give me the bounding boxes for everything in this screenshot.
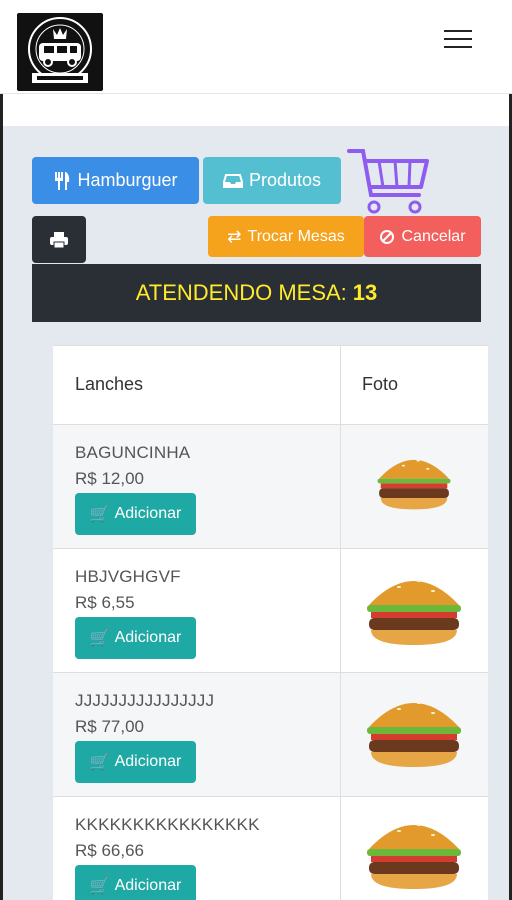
add-button-label: Adicionar: [114, 505, 182, 522]
cart-plus-icon: 🛒: [89, 878, 110, 895]
table-row: KKKKKKKKKKKKKKKK R$ 66,66 🛒 Adicionar: [53, 797, 488, 900]
banner-label: ATENDENDO MESA:: [135, 280, 347, 305]
product-name: BAGUNCINHA: [75, 443, 191, 462]
hamburger-menu-icon[interactable]: [440, 26, 476, 52]
add-button[interactable]: 🛒 Adicionar: [75, 493, 196, 535]
column-divider: [340, 345, 341, 900]
add-button[interactable]: 🛒 Adicionar: [75, 617, 196, 659]
column-header-lanches: Lanches: [75, 374, 144, 394]
add-button-label: Adicionar: [114, 753, 182, 770]
add-button[interactable]: 🛒 Adicionar: [75, 865, 196, 900]
hamburguer-button[interactable]: Hamburguer: [32, 157, 199, 204]
produtos-button[interactable]: Produtos: [203, 157, 341, 204]
navbar-spacer: [0, 94, 512, 126]
app-frame: Hamburguer Produtos ⇄ Trocar Mesas Cance…: [0, 0, 512, 900]
product-price: R$ 6,55: [75, 593, 135, 612]
product-name: JJJJJJJJJJJJJJJJ: [75, 691, 215, 710]
trocar-mesas-button[interactable]: ⇄ Trocar Mesas: [208, 216, 364, 257]
cutlery-icon: [55, 171, 70, 190]
product-price: R$ 12,00: [75, 469, 144, 488]
product-name: KKKKKKKKKKKKKKKK: [75, 815, 260, 834]
table-header: Lanches Foto: [53, 345, 488, 425]
burger-photo: [367, 824, 461, 889]
burger-photo: [377, 459, 451, 510]
cart-plus-icon: 🛒: [89, 506, 110, 523]
drawer-icon: [222, 173, 243, 188]
add-button[interactable]: 🛒 Adicionar: [75, 741, 196, 783]
table-row: JJJJJJJJJJJJJJJJ R$ 77,00 🛒 Adicionar: [53, 673, 488, 797]
print-button[interactable]: [32, 216, 86, 263]
burger-photo: [367, 702, 461, 767]
burger-photo: [367, 580, 461, 645]
trocar-mesas-label: Trocar Mesas: [247, 227, 345, 245]
add-button-label: Adicionar: [114, 629, 182, 646]
table-number: 13: [352, 280, 378, 305]
column-header-foto: Foto: [362, 374, 399, 394]
hamburguer-button-label: Hamburguer: [77, 170, 178, 190]
swap-arrows-icon: ⇄: [227, 226, 242, 246]
cart-plus-icon: 🛒: [89, 754, 110, 771]
ban-icon: [380, 229, 395, 244]
add-button-label: Adicionar: [114, 877, 182, 894]
table-row: BAGUNCINHA R$ 12,00 🛒 Adicionar: [53, 425, 488, 549]
product-price: R$ 77,00: [75, 717, 144, 736]
product-name: HBJVGHGVF: [75, 567, 181, 586]
cancelar-button[interactable]: Cancelar: [364, 216, 481, 257]
products-table: Lanches Foto BAGUNCINHA R$ 12,00 🛒 Adici…: [53, 345, 488, 900]
produtos-button-label: Produtos: [248, 170, 322, 190]
shopping-cart-icon[interactable]: [347, 147, 429, 215]
cancelar-label: Cancelar: [401, 227, 466, 245]
printer-icon: [50, 231, 68, 248]
food-truck-logo[interactable]: [17, 13, 103, 91]
cart-plus-icon: 🛒: [89, 630, 110, 647]
top-navbar: [0, 0, 512, 94]
attending-table-banner: ATENDENDO MESA: 13: [32, 264, 481, 322]
product-price: R$ 66,66: [75, 841, 144, 860]
table-row: HBJVGHGVF R$ 6,55 🛒 Adicionar: [53, 549, 488, 673]
